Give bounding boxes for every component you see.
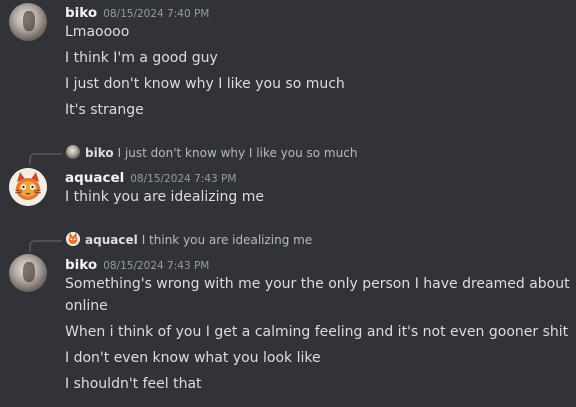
message-text: I think I'm a good guy [65, 50, 218, 66]
cat-face-icon [66, 232, 80, 246]
timestamp: 08/15/2024 7:43 PM [103, 260, 210, 272]
message-text: I don't even know what you look like [65, 350, 321, 366]
message-header: biko 08/15/2024 7:40 PM [65, 2, 210, 21]
message-header: aquacel 08/15/2024 7:43 PM [65, 167, 237, 186]
reply-spine [29, 240, 62, 252]
reply-content: biko I just don't know why I like you so … [66, 145, 357, 160]
message-text: I just don't know why I like you so much [65, 76, 345, 92]
timestamp: 08/15/2024 7:43 PM [130, 173, 237, 185]
message-text: I think you are idealizing me [65, 189, 264, 205]
reply-text[interactable]: I just don't know why I like you so much [118, 146, 358, 160]
message-header: biko 08/15/2024 7:43 PM [65, 254, 210, 273]
reply-content: aquacel I think you are idealizing me [66, 232, 312, 247]
reply-username[interactable]: biko [85, 146, 114, 160]
message-text: Lmaoooo [65, 24, 130, 40]
reply-spine [29, 153, 62, 165]
avatar[interactable] [9, 168, 47, 206]
reply-avatar [66, 232, 80, 246]
message-text: online [65, 298, 108, 314]
reply-username[interactable]: aquacel [85, 233, 138, 247]
message-text: Something's wrong with me your the only … [65, 276, 570, 292]
chat-message-list: biko 08/15/2024 7:40 PM Lmaoooo I think I… [0, 0, 576, 407]
username[interactable]: aquacel [65, 170, 124, 186]
message-text: When i think of you I get a calming feel… [65, 324, 569, 340]
cat-face-icon [9, 168, 47, 206]
username[interactable]: biko [65, 5, 97, 21]
username[interactable]: biko [65, 257, 97, 273]
avatar[interactable] [9, 3, 47, 41]
message-text: It's strange [65, 102, 144, 118]
avatar[interactable] [9, 254, 47, 292]
reply-avatar [66, 145, 80, 159]
message-text: I shouldn't feel that [65, 376, 202, 392]
reply-text[interactable]: I think you are idealizing me [142, 233, 313, 247]
timestamp: 08/15/2024 7:40 PM [103, 8, 210, 20]
